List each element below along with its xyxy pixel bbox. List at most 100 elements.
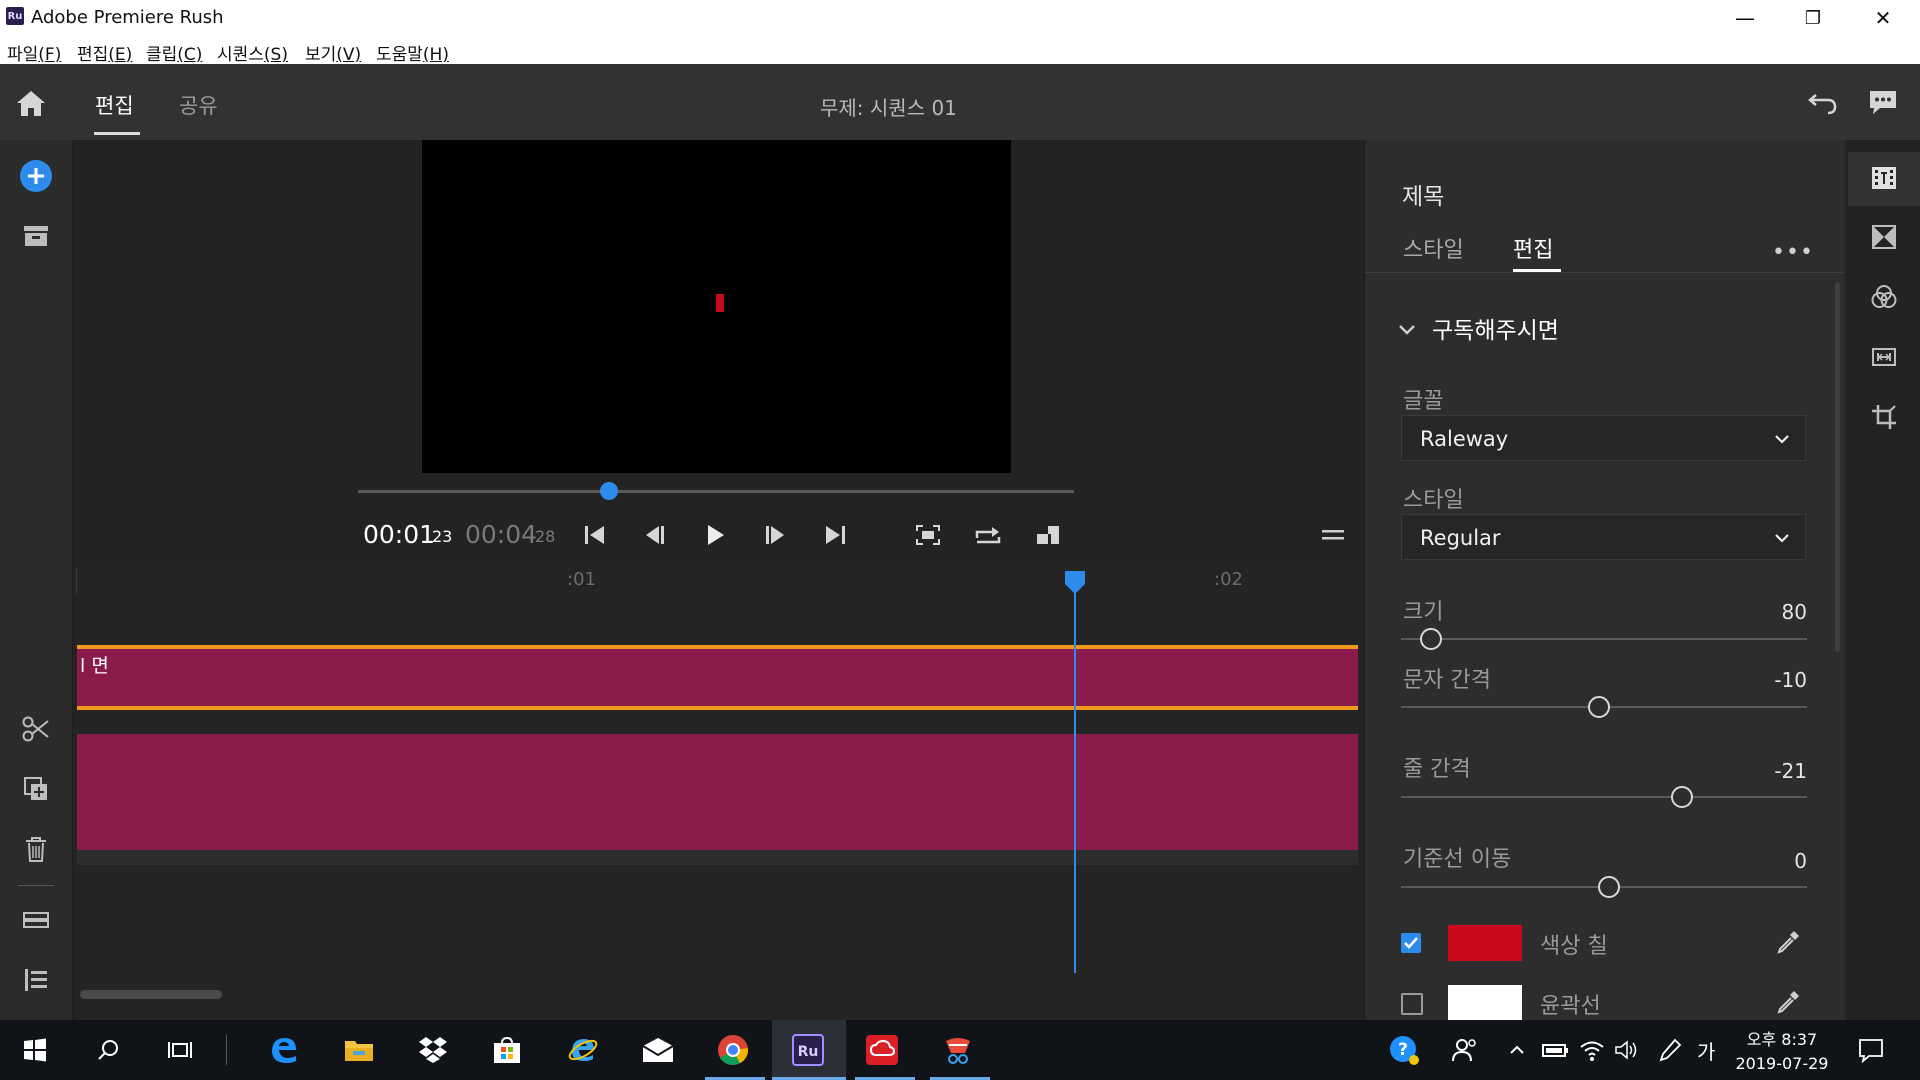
leading-slider-knob[interactable] [1671,786,1693,808]
size-slider-knob[interactable] [1420,628,1442,650]
battery-icon [1535,1030,1575,1070]
go-to-start-icon[interactable] [578,518,612,552]
people-icon[interactable] [1445,1030,1485,1070]
premiere-rush-taskbar-icon[interactable]: Ru [788,1030,828,1070]
internet-explorer-icon[interactable] [563,1030,603,1070]
home-icon[interactable] [14,88,48,118]
outline-color-swatch[interactable] [1448,985,1522,1021]
duplicate-clip-icon[interactable] [18,771,54,807]
step-back-icon[interactable] [638,518,672,552]
font-value: Raleway [1420,427,1509,451]
show-hidden-icons-icon[interactable] [1497,1030,1537,1070]
crop-icon[interactable] [1866,399,1902,435]
file-explorer-icon[interactable] [339,1030,379,1070]
leading-value[interactable]: -21 [1747,759,1807,783]
baseline-label: 기준선 이동 [1403,847,1512,872]
volume-icon[interactable] [1606,1030,1646,1070]
close-button[interactable]: ✕ [1848,0,1918,36]
outline-checkbox[interactable] [1401,993,1423,1015]
tab-edit-properties[interactable]: 편집 [1513,232,1553,264]
chrome-icon[interactable] [713,1030,753,1070]
eyedropper-icon[interactable] [1774,988,1802,1016]
edge-browser-icon[interactable] [264,1030,304,1070]
eyedropper-icon[interactable] [1774,928,1802,956]
menu-view[interactable]: 보기(V) [305,40,361,65]
store-icon[interactable] [487,1030,527,1070]
track-list-icon[interactable] [18,962,54,998]
step-forward-icon[interactable] [758,518,792,552]
current-frames: 23 [432,527,453,546]
search-icon[interactable] [88,1030,128,1070]
feedback-icon[interactable] [1866,87,1900,117]
style-dropdown[interactable]: Regular [1401,514,1806,560]
play-icon[interactable] [698,518,732,552]
help-tray-icon[interactable]: ? [1384,1030,1424,1070]
scrub-bar[interactable] [358,490,1074,493]
undo-icon[interactable] [1806,87,1840,117]
minimize-button[interactable]: — [1710,0,1780,36]
task-view-icon[interactable] [160,1030,200,1070]
active-tab-indicator [94,132,140,135]
ime-indicator[interactable]: 가 [1697,1036,1715,1065]
tracking-slider-knob[interactable] [1588,696,1610,718]
baseline-slider-knob[interactable] [1598,876,1620,898]
titles-icon[interactable] [1866,160,1902,196]
section-title[interactable]: 구독해주시면 [1432,311,1559,345]
fit-frame-icon[interactable] [911,518,945,552]
chevron-down-icon[interactable] [1396,318,1418,340]
fill-color-swatch[interactable] [1448,925,1522,961]
taskbar-divider [226,1035,227,1065]
menu-clip[interactable]: 클립(C) [146,40,202,65]
clock-time[interactable]: 오후 8:37 [1742,1026,1822,1050]
font-dropdown[interactable]: Raleway [1401,415,1806,461]
snipping-tool-icon[interactable] [938,1030,978,1070]
menu-file[interactable]: 파일(F) [7,40,61,65]
tab-share[interactable]: 공유 [179,90,218,120]
transitions-icon[interactable] [1866,219,1902,255]
pen-icon[interactable] [1650,1030,1690,1070]
mail-icon[interactable] [638,1030,678,1070]
restore-button[interactable]: ❐ [1778,0,1848,36]
tab-style[interactable]: 스타일 [1403,232,1464,264]
playhead-handle[interactable] [1063,569,1087,595]
track-controls-icon[interactable] [18,902,54,938]
loop-icon[interactable] [971,518,1005,552]
aspect-ratio-icon[interactable] [1031,518,1065,552]
title-clip[interactable] [77,734,1358,850]
sequence-title[interactable]: 무제: 시퀀스 01 [820,92,957,121]
color-icon[interactable] [1866,279,1902,315]
timeline-scrollbar[interactable] [80,990,222,999]
baseline-value[interactable]: 0 [1747,849,1807,873]
leading-slider[interactable] [1401,796,1807,798]
delete-icon[interactable] [18,831,54,867]
size-value[interactable]: 80 [1747,600,1807,624]
scrub-handle[interactable] [599,482,618,500]
more-options-button[interactable]: ••• [1772,240,1814,265]
dropbox-icon[interactable] [413,1030,453,1070]
go-to-end-icon[interactable] [818,518,852,552]
menu-sequence[interactable]: 시퀀스(S) [217,40,288,65]
style-value: Regular [1420,526,1501,550]
title-clip-selected[interactable] [77,645,1358,710]
split-clip-icon[interactable] [18,711,54,747]
menu-help[interactable]: 도움말(H) [376,40,449,65]
creative-cloud-icon[interactable] [862,1030,902,1070]
menu-edit[interactable]: 편집(E) [77,40,132,65]
title-clip-label: l 면 [80,655,109,677]
notifications-icon[interactable] [1851,1030,1891,1070]
speed-icon[interactable] [1866,339,1902,375]
chevron-down-icon [1775,435,1789,444]
add-media-icon[interactable] [18,158,54,194]
project-assets-icon[interactable] [18,218,54,254]
windows-start-icon[interactable] [15,1030,55,1070]
tab-edit[interactable]: 편집 [95,90,134,120]
toolbar-divider [18,885,54,886]
tracking-value[interactable]: -10 [1747,668,1807,692]
panel-scrollbar[interactable] [1835,282,1840,652]
fill-label: 색상 칠 [1540,934,1608,959]
timeline-menu-icon[interactable] [1316,518,1350,552]
fill-checkbox[interactable] [1401,933,1421,953]
size-slider[interactable] [1401,638,1807,640]
leading-label: 줄 간격 [1403,757,1471,782]
clock-date[interactable]: 2019-07-29 [1732,1054,1832,1073]
